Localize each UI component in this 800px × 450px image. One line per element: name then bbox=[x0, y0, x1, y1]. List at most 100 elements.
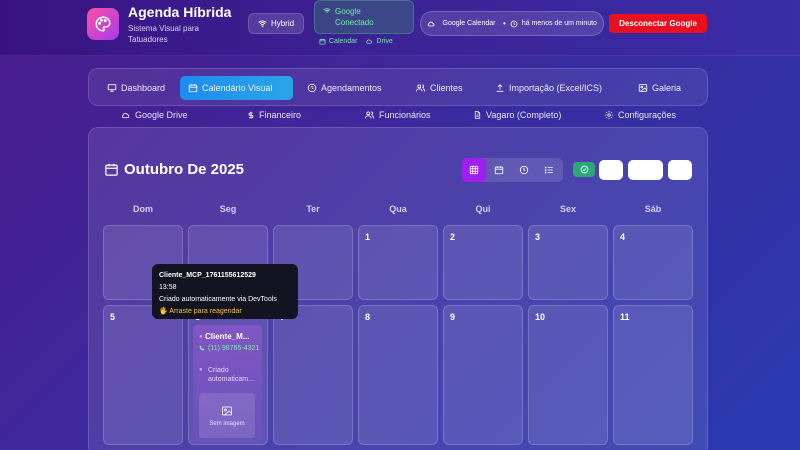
event-card[interactable]: ● Cliente_M... (11) 98765-4321 ● Criado … bbox=[193, 325, 262, 443]
clock-view-icon[interactable] bbox=[512, 158, 536, 182]
list-view-icon[interactable] bbox=[537, 158, 561, 182]
tab-funcionarios[interactable]: Funcionários bbox=[364, 108, 431, 122]
tooltip-drag-hint: 🖐 Arraste para reagendar bbox=[159, 308, 242, 315]
day-number: 3 bbox=[535, 232, 541, 242]
dollar-icon bbox=[247, 110, 255, 120]
day-number: 4 bbox=[620, 232, 626, 242]
event-description: Criado automaticam... bbox=[208, 367, 254, 383]
wifi-icon bbox=[258, 19, 267, 28]
tab-label: Galeria bbox=[652, 83, 682, 93]
grid-view-icon[interactable] bbox=[462, 158, 486, 182]
no-image-label: Sem imagem bbox=[209, 420, 245, 427]
weekday-header: Qui bbox=[475, 204, 491, 214]
check-circle-icon bbox=[580, 165, 589, 174]
day-cell[interactable]: 5 bbox=[103, 305, 183, 445]
event-image-placeholder: Sem imagem bbox=[199, 393, 255, 438]
day-number: 1 bbox=[365, 232, 371, 242]
day-cell[interactable]: 4 bbox=[613, 225, 693, 300]
tab-label: Clientes bbox=[430, 83, 463, 93]
day-number: 9 bbox=[450, 312, 456, 322]
day-number: 10 bbox=[535, 312, 546, 322]
weekday-header: Seg bbox=[219, 204, 237, 214]
tooltip-title: Cliente_MCP_1761155612529 bbox=[159, 272, 256, 279]
clock-icon bbox=[510, 20, 518, 28]
google-status-badge[interactable]: Google Conectado bbox=[314, 0, 414, 34]
tab-label: Funcionários bbox=[379, 110, 431, 120]
tab-financeiro[interactable]: Financeiro bbox=[247, 108, 301, 122]
tab-label: Configurações bbox=[618, 110, 677, 120]
image-icon bbox=[638, 83, 648, 93]
tab-calendario-visual[interactable]: Calendário Visual bbox=[180, 76, 293, 100]
weekday-header: Qua bbox=[389, 204, 407, 214]
tab-agendamentos[interactable]: Agendamentos bbox=[299, 76, 390, 100]
calendar-view-icon[interactable] bbox=[487, 158, 511, 182]
event-client-name: Cliente_M... bbox=[205, 332, 250, 341]
calendar-icon bbox=[319, 38, 326, 45]
day-number: 11 bbox=[620, 312, 630, 322]
sync-calendar-label: Google Calendar bbox=[442, 20, 496, 27]
day-cell[interactable]: 10 bbox=[528, 305, 608, 445]
tab-clientes[interactable]: Clientes bbox=[407, 76, 471, 100]
tab-configuracoes[interactable]: Configurações bbox=[604, 108, 676, 122]
tooltip-time: 13:58 bbox=[159, 284, 177, 291]
cloud-icon bbox=[427, 20, 435, 28]
calendar-icon bbox=[188, 83, 198, 93]
day-cell[interactable]: 1 bbox=[358, 225, 438, 300]
calendar-icon bbox=[104, 162, 119, 177]
tab-dashboard[interactable]: Dashboard bbox=[99, 76, 173, 100]
tab-label: Vagaro (Completo) bbox=[486, 110, 562, 120]
toolbar-button-1[interactable] bbox=[599, 160, 623, 180]
month-label: Outubro De 2025 bbox=[124, 161, 245, 178]
tab-importacao[interactable]: Importação (Excel/ICS) bbox=[487, 76, 610, 100]
tab-label: Agendamentos bbox=[321, 83, 382, 93]
tab-label: Calendário Visual bbox=[202, 83, 273, 93]
palette-icon bbox=[87, 8, 119, 40]
day-cell[interactable]: 2 bbox=[443, 225, 523, 300]
disconnect-google-button[interactable]: Desconectar Google bbox=[609, 14, 707, 33]
weekday-header: Sáb bbox=[644, 204, 662, 214]
sync-status[interactable]: Google Calendar • há menos de um minuto bbox=[420, 11, 604, 36]
service-drive: Drive bbox=[376, 38, 393, 45]
tab-label: Dashboard bbox=[121, 83, 166, 93]
event-tooltip: Cliente_MCP_1761155612529 13:58 Criado a… bbox=[152, 264, 298, 319]
view-mode-switcher bbox=[462, 158, 563, 182]
hybrid-mode-button[interactable]: Hybrid bbox=[248, 13, 304, 34]
day-number: 5 bbox=[110, 312, 116, 322]
toolbar-button-3[interactable] bbox=[668, 160, 692, 180]
cloud-icon bbox=[365, 38, 373, 45]
tab-label: Google Drive bbox=[135, 110, 188, 120]
day-cell[interactable]: 3 bbox=[528, 225, 608, 300]
tab-label: Importação (Excel/ICS) bbox=[509, 83, 603, 93]
app-title: Agenda Híbrida bbox=[128, 4, 232, 20]
tab-label: Financeiro bbox=[259, 110, 302, 120]
weekday-header: Dom bbox=[133, 204, 153, 214]
tab-vagaro[interactable]: Vagaro (Completo) bbox=[473, 108, 561, 122]
gear-icon bbox=[604, 110, 614, 120]
cloud-icon bbox=[120, 111, 131, 120]
day-cell[interactable]: 8 bbox=[358, 305, 438, 445]
wifi-icon bbox=[323, 7, 331, 15]
service-calendar: Calendar bbox=[329, 38, 358, 45]
day-cell[interactable]: 9 bbox=[443, 305, 523, 445]
users-icon bbox=[364, 110, 375, 120]
clock-icon bbox=[307, 83, 317, 93]
monitor-icon bbox=[107, 83, 117, 93]
file-icon bbox=[473, 110, 482, 120]
tab-google-drive[interactable]: Google Drive bbox=[120, 108, 188, 122]
weekday-header: Ter bbox=[306, 204, 320, 214]
app-subtitle: Sistema Visual para Tatuadores bbox=[128, 24, 199, 44]
dot-icon: ● bbox=[199, 334, 203, 340]
main-nav: Dashboard Calendário Visual Agendamentos… bbox=[88, 68, 708, 106]
hybrid-label: Hybrid bbox=[270, 19, 295, 28]
separator-dot: • bbox=[503, 19, 506, 28]
day-cell[interactable]: 11 bbox=[613, 305, 693, 445]
day-number: 8 bbox=[365, 312, 371, 322]
day-number: 2 bbox=[450, 232, 456, 242]
google-status-label: Google Conectado bbox=[335, 7, 374, 27]
users-icon bbox=[415, 83, 426, 93]
event-phone: (11) 98765-4321 bbox=[208, 345, 260, 352]
toolbar-button-2[interactable] bbox=[628, 160, 663, 180]
day-cell[interactable]: 7 bbox=[273, 305, 353, 445]
tab-galeria[interactable]: Galeria bbox=[630, 76, 689, 100]
sync-ok-button[interactable] bbox=[573, 162, 595, 177]
